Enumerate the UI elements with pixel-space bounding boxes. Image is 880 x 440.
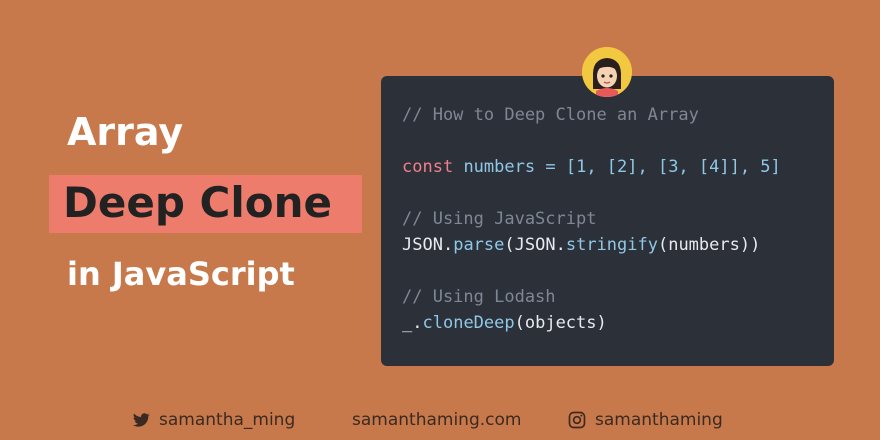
code-paren: ( [504, 235, 515, 255]
code-line-1: // How to Deep Clone an Array [402, 102, 781, 128]
code-arguments: (objects) [514, 313, 607, 333]
code-arguments: (numbers)) [657, 235, 761, 255]
code-line-4: JSON.parse(JSON.stringify(numbers)) [402, 232, 781, 258]
code-dot: . [412, 313, 423, 333]
code-line-2: const numbers = [1, [2], [3, [4]], 5] [402, 154, 781, 180]
twitter-icon [131, 410, 151, 430]
code-line-5: // Using Lodash [402, 284, 781, 310]
footer: samantha_ming samanthaming.com samantham… [0, 410, 880, 434]
code-method: stringify [565, 235, 658, 255]
instagram-icon [567, 410, 587, 430]
footer-instagram[interactable]: samanthaming [567, 410, 723, 430]
code-operator: = [545, 157, 556, 177]
code-card: // How to Deep Clone an Array const numb… [381, 76, 834, 366]
code-method: parse [453, 235, 505, 255]
code-dot: . [555, 235, 566, 255]
code-object: JSON [514, 235, 556, 255]
instagram-handle: samanthaming [595, 410, 723, 430]
code-dot: . [442, 235, 454, 255]
footer-website[interactable]: samanthaming.com [352, 410, 521, 430]
code-keyword: const [402, 157, 454, 177]
code-comment: // How to Deep Clone an Array [402, 105, 699, 125]
code-method: cloneDeep [422, 313, 515, 333]
code-object: _ [402, 313, 413, 333]
code-line-6: _.cloneDeep(objects) [402, 310, 781, 336]
code-variable: numbers [463, 157, 536, 177]
avatar [582, 47, 632, 97]
title-array: Array [67, 110, 184, 154]
code-comment: // Using JavaScript [402, 209, 597, 229]
code-object: JSON [402, 235, 443, 255]
title-deep-clone: Deep Clone [63, 178, 332, 227]
code-array-value: [1, [2], [3, [4]], 5] [565, 157, 781, 177]
code-line-3: // Using JavaScript [402, 206, 781, 232]
title-in-javascript: in JavaScript [67, 255, 295, 293]
footer-twitter[interactable]: samantha_ming [131, 410, 295, 430]
twitter-handle: samantha_ming [159, 410, 296, 430]
code-comment: // Using Lodash [402, 287, 556, 307]
website-link: samanthaming.com [352, 410, 522, 430]
code-block: // How to Deep Clone an Array const numb… [402, 102, 781, 336]
